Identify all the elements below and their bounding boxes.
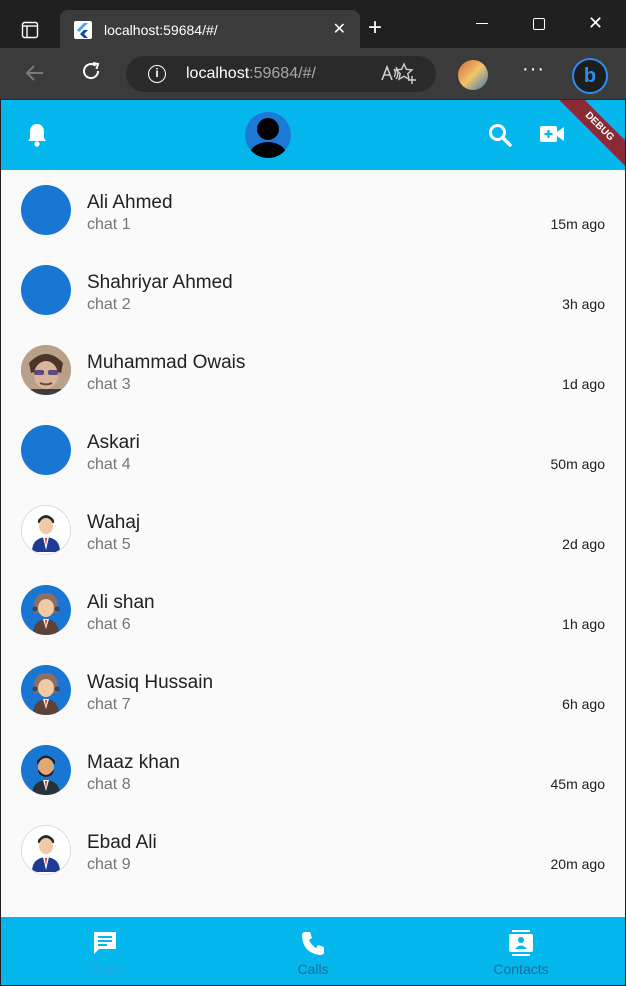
contact-name: Maaz khan — [87, 752, 180, 773]
contact-avatar — [21, 425, 71, 475]
chat-list-item[interactable]: Ebad Ali chat 9 20m ago — [1, 810, 625, 890]
chat-preview: chat 4 — [87, 456, 131, 473]
chat-list-item[interactable]: Maaz khan chat 8 45m ago — [1, 730, 625, 810]
nav-tab-calls[interactable]: Calls — [209, 917, 417, 985]
chat-icon — [94, 932, 116, 954]
chat-list-item[interactable]: Wasiq Hussain chat 7 6h ago — [1, 650, 625, 730]
browser-tab-bar: localhost:59684/#/ ✕ + ✕ — [0, 0, 626, 48]
new-tab-button[interactable]: + — [368, 16, 382, 40]
chat-preview: chat 3 — [87, 376, 131, 393]
contact-name: Muhammad Owais — [87, 352, 246, 373]
address-bar[interactable]: i localhost:59684/#/ — [126, 56, 436, 92]
refresh-icon[interactable] — [80, 60, 102, 88]
chat-time: 1d ago — [562, 376, 605, 392]
chat-preview: chat 6 — [87, 616, 131, 633]
chat-preview: chat 1 — [87, 216, 131, 233]
search-icon[interactable] — [487, 122, 513, 153]
chat-preview: chat 5 — [87, 536, 131, 553]
contact-name: Wasiq Hussain — [87, 672, 214, 693]
contacts-icon — [509, 930, 533, 956]
contact-name: Ali shan — [87, 592, 155, 613]
chat-time: 6h ago — [562, 696, 605, 712]
man-beard-avatar-icon — [21, 745, 71, 795]
app-bar: DEBUG — [1, 100, 625, 176]
chat-list-item[interactable]: Ali Ahmed chat 1 15m ago — [1, 170, 625, 250]
close-window-button[interactable]: ✕ — [588, 13, 603, 34]
chat-list-item[interactable]: Ali shan chat 6 1h ago — [1, 570, 625, 650]
nav-label: Calls — [297, 961, 329, 977]
chat-time: 50m ago — [550, 456, 605, 472]
nav-label: Chats — [86, 961, 124, 977]
notification-bell-icon[interactable] — [25, 122, 49, 153]
chat-list-item[interactable]: Askari chat 4 50m ago — [1, 410, 625, 490]
nav-tab-contacts[interactable]: Contacts — [417, 917, 625, 985]
contact-name: Wahaj — [87, 512, 141, 533]
chat-preview: chat 7 — [87, 696, 131, 713]
tab-actions-icon[interactable] — [12, 12, 48, 48]
more-options-icon[interactable]: ··· — [522, 58, 545, 81]
chat-time: 45m ago — [550, 776, 605, 792]
bing-copilot-icon[interactable]: b — [572, 58, 608, 94]
maximize-window-button[interactable] — [533, 18, 545, 30]
chat-preview: chat 8 — [87, 776, 131, 793]
chat-list-item[interactable]: Muhammad Owais chat 3 1d ago — [1, 330, 625, 410]
user-avatar-icon[interactable] — [245, 112, 291, 158]
chat-list-item[interactable]: Shahriyar Ahmed chat 2 3h ago — [1, 250, 625, 330]
contact-name: Shahriyar Ahmed — [87, 272, 233, 293]
chat-time: 2d ago — [562, 536, 605, 552]
contact-name: Askari — [87, 432, 140, 453]
video-call-add-icon[interactable] — [539, 124, 565, 149]
nav-tab-chats[interactable]: Chats — [1, 917, 209, 985]
chat-time: 20m ago — [550, 856, 605, 872]
contact-name: Ali Ahmed — [87, 192, 173, 213]
bottom-navigation-bar: Chats Calls Contacts — [1, 917, 625, 985]
browser-tab[interactable]: localhost:59684/#/ ✕ — [60, 10, 360, 48]
contact-avatar — [21, 185, 71, 235]
phone-icon — [302, 932, 324, 955]
chat-preview: chat 9 — [87, 856, 131, 873]
chat-preview: chat 2 — [87, 296, 131, 313]
tab-close-icon[interactable]: ✕ — [333, 19, 346, 39]
flutter-app: DEBUG Ali Ahmed chat 1 15m ago Shahriyar… — [1, 100, 625, 985]
man-suit-avatar-icon — [21, 825, 71, 875]
chat-time: 15m ago — [550, 216, 605, 232]
chat-list-item[interactable]: Wahaj chat 5 2d ago — [1, 490, 625, 570]
contact-name: Ebad Ali — [87, 832, 157, 853]
flutter-favicon-icon — [74, 21, 92, 39]
man-suit-avatar-icon — [21, 505, 71, 555]
browser-toolbar: i localhost:59684/#/ ··· b — [0, 48, 626, 100]
contact-photo-avatar — [21, 345, 71, 395]
add-favorite-icon[interactable] — [394, 62, 418, 92]
woman-headset-avatar-icon — [21, 665, 71, 715]
chat-time: 3h ago — [562, 296, 605, 312]
profile-avatar[interactable] — [458, 60, 488, 90]
woman-headset-avatar-icon — [21, 585, 71, 635]
site-info-icon[interactable]: i — [148, 65, 166, 83]
chat-time: 1h ago — [562, 616, 605, 632]
back-arrow-icon[interactable] — [24, 62, 46, 90]
tab-title: localhost:59684/#/ — [104, 22, 218, 38]
minimize-window-button[interactable] — [476, 23, 488, 24]
url-text: localhost:59684/#/ — [186, 65, 316, 82]
contact-avatar — [21, 265, 71, 315]
nav-label: Contacts — [493, 961, 549, 977]
